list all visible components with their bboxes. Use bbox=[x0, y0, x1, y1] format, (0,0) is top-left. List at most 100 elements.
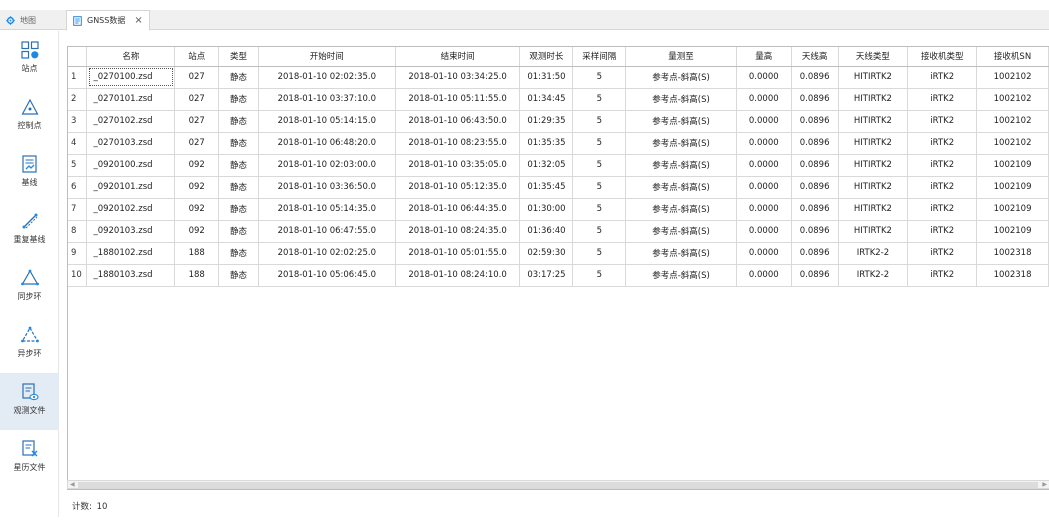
scrollbar-thumb[interactable] bbox=[78, 482, 1038, 488]
column-header-antenna-type[interactable]: 天线类型 bbox=[838, 47, 909, 67]
cell-receiver-sn[interactable]: 1002102 bbox=[976, 110, 1049, 133]
cell-sample-interval[interactable]: 5 bbox=[572, 154, 627, 177]
cell-receiver-type[interactable]: iRTK2 bbox=[907, 176, 978, 199]
cell-end-time[interactable]: 2018-01-10 05:01:55.0 bbox=[395, 242, 521, 265]
cell-antenna-height[interactable]: 0.0896 bbox=[791, 132, 839, 155]
cell-receiver-type[interactable]: iRTK2 bbox=[907, 242, 978, 265]
table-row[interactable]: 7 _0920102.zsd 092 静态 2018-01-10 05:14:35.0 2… bbox=[68, 198, 1049, 221]
cell-start-time[interactable]: 2018-01-10 05:14:15.0 bbox=[258, 110, 396, 133]
table-row[interactable]: 4 _0270103.zsd 027 静态 2018-01-10 06:48:20.0 2… bbox=[68, 132, 1049, 155]
cell-end-time[interactable]: 2018-01-10 06:43:50.0 bbox=[395, 110, 521, 133]
cell-measured-height[interactable]: 0.0000 bbox=[736, 88, 792, 111]
cell-end-time[interactable]: 2018-01-10 08:24:10.0 bbox=[395, 264, 521, 287]
cell-measure-to[interactable]: 参考点-斜高(S) bbox=[625, 242, 737, 265]
cell-start-time[interactable]: 2018-01-10 03:36:50.0 bbox=[258, 176, 396, 199]
table-row[interactable]: 6 _0920101.zsd 092 静态 2018-01-10 03:36:50.0 2… bbox=[68, 176, 1049, 199]
table-row[interactable]: 9 _1880102.zsd 188 静态 2018-01-10 02:02:25.0 2… bbox=[68, 242, 1049, 265]
column-header-start-time[interactable]: 开始时间 bbox=[258, 47, 396, 67]
cell-antenna-height[interactable]: 0.0896 bbox=[791, 220, 839, 243]
cell-file-name[interactable]: _0270102.zsd bbox=[86, 110, 176, 133]
cell-row-index[interactable]: 4 bbox=[68, 132, 88, 155]
cell-receiver-sn[interactable]: 1002109 bbox=[976, 220, 1049, 243]
cell-end-time[interactable]: 2018-01-10 08:24:35.0 bbox=[395, 220, 521, 243]
cell-sample-interval[interactable]: 5 bbox=[572, 242, 627, 265]
cell-type[interactable]: 静态 bbox=[218, 176, 259, 199]
column-header-name[interactable]: 名称 bbox=[86, 47, 176, 67]
cell-antenna-type[interactable]: HITIRTK2 bbox=[838, 198, 909, 221]
cell-antenna-type[interactable]: HITIRTK2 bbox=[838, 110, 909, 133]
cell-measured-height[interactable]: 0.0000 bbox=[736, 66, 792, 89]
cell-measured-height[interactable]: 0.0000 bbox=[736, 110, 792, 133]
cell-receiver-type[interactable]: iRTK2 bbox=[907, 198, 978, 221]
column-header-duration[interactable]: 观测时长 bbox=[519, 47, 574, 67]
cell-antenna-type[interactable]: HITIRTK2 bbox=[838, 88, 909, 111]
cell-receiver-type[interactable]: iRTK2 bbox=[907, 110, 978, 133]
cell-antenna-height[interactable]: 0.0896 bbox=[791, 198, 839, 221]
close-icon[interactable]: × bbox=[134, 15, 142, 26]
cell-antenna-height[interactable]: 0.0896 bbox=[791, 242, 839, 265]
cell-station[interactable]: 027 bbox=[174, 66, 220, 89]
cell-receiver-sn[interactable]: 1002109 bbox=[976, 176, 1049, 199]
cell-end-time[interactable]: 2018-01-10 03:35:05.0 bbox=[395, 154, 521, 177]
cell-end-time[interactable]: 2018-01-10 03:34:25.0 bbox=[395, 66, 521, 89]
cell-start-time[interactable]: 2018-01-10 02:03:00.0 bbox=[258, 154, 396, 177]
column-header-index[interactable] bbox=[68, 47, 88, 67]
cell-receiver-type[interactable]: iRTK2 bbox=[907, 132, 978, 155]
cell-type[interactable]: 静态 bbox=[218, 154, 259, 177]
cell-antenna-type[interactable]: HITIRTK2 bbox=[838, 154, 909, 177]
cell-start-time[interactable]: 2018-01-10 03:37:10.0 bbox=[258, 88, 396, 111]
column-header-end-time[interactable]: 结束时间 bbox=[395, 47, 521, 67]
cell-sample-interval[interactable]: 5 bbox=[572, 220, 627, 243]
cell-receiver-sn[interactable]: 1002102 bbox=[976, 132, 1049, 155]
cell-duration[interactable]: 01:29:35 bbox=[519, 110, 574, 133]
cell-antenna-type[interactable]: HITIRTK2 bbox=[838, 66, 909, 89]
cell-measure-to[interactable]: 参考点-斜高(S) bbox=[625, 154, 737, 177]
cell-file-name[interactable]: _0920101.zsd bbox=[86, 176, 176, 199]
cell-antenna-height[interactable]: 0.0896 bbox=[791, 88, 839, 111]
sidebar-item-ephemeris-files[interactable]: 星历文件 bbox=[0, 430, 59, 487]
cell-type[interactable]: 静态 bbox=[218, 66, 259, 89]
cell-station[interactable]: 027 bbox=[174, 88, 220, 111]
sidebar-item-control-points[interactable]: 控制点 bbox=[0, 88, 59, 145]
cell-measure-to[interactable]: 参考点-斜高(S) bbox=[625, 88, 737, 111]
cell-receiver-type[interactable]: iRTK2 bbox=[907, 88, 978, 111]
table-row[interactable]: 3 _0270102.zsd 027 静态 2018-01-10 05:14:15.0 2… bbox=[68, 110, 1049, 133]
cell-row-index[interactable]: 5 bbox=[68, 154, 88, 177]
scroll-right-arrow-icon[interactable]: ▶ bbox=[1042, 481, 1047, 489]
sidebar-item-async-loops[interactable]: 异步环 bbox=[0, 316, 59, 373]
cell-antenna-type[interactable]: HITIRTK2 bbox=[838, 176, 909, 199]
cell-duration[interactable]: 01:31:50 bbox=[519, 66, 574, 89]
cell-measure-to[interactable]: 参考点-斜高(S) bbox=[625, 198, 737, 221]
cell-sample-interval[interactable]: 5 bbox=[572, 264, 627, 287]
cell-end-time[interactable]: 2018-01-10 08:23:55.0 bbox=[395, 132, 521, 155]
cell-receiver-type[interactable]: iRTK2 bbox=[907, 154, 978, 177]
column-header-measured-height[interactable]: 量高 bbox=[736, 47, 792, 67]
cell-measured-height[interactable]: 0.0000 bbox=[736, 220, 792, 243]
sidebar-item-repeat-baselines[interactable]: 重复基线 bbox=[0, 202, 59, 259]
cell-row-index[interactable]: 9 bbox=[68, 242, 88, 265]
cell-sample-interval[interactable]: 5 bbox=[572, 88, 627, 111]
cell-station[interactable]: 027 bbox=[174, 132, 220, 155]
cell-measure-to[interactable]: 参考点-斜高(S) bbox=[625, 132, 737, 155]
cell-receiver-type[interactable]: iRTK2 bbox=[907, 264, 978, 287]
cell-measure-to[interactable]: 参考点-斜高(S) bbox=[625, 176, 737, 199]
cell-start-time[interactable]: 2018-01-10 06:47:55.0 bbox=[258, 220, 396, 243]
cell-duration[interactable]: 01:35:45 bbox=[519, 176, 574, 199]
cell-station[interactable]: 027 bbox=[174, 110, 220, 133]
cell-measured-height[interactable]: 0.0000 bbox=[736, 242, 792, 265]
cell-start-time[interactable]: 2018-01-10 02:02:35.0 bbox=[258, 66, 396, 89]
column-header-measure-to[interactable]: 量测至 bbox=[625, 47, 737, 67]
cell-duration[interactable]: 01:34:45 bbox=[519, 88, 574, 111]
cell-end-time[interactable]: 2018-01-10 05:12:35.0 bbox=[395, 176, 521, 199]
cell-type[interactable]: 静态 bbox=[218, 110, 259, 133]
cell-receiver-sn[interactable]: 1002102 bbox=[976, 66, 1049, 89]
column-header-antenna-height[interactable]: 天线高 bbox=[791, 47, 839, 67]
cell-station[interactable]: 092 bbox=[174, 220, 220, 243]
cell-file-name[interactable]: _1880102.zsd bbox=[86, 242, 176, 265]
cell-file-name[interactable]: _0920103.zsd bbox=[86, 220, 176, 243]
cell-duration[interactable]: 01:30:00 bbox=[519, 198, 574, 221]
cell-antenna-height[interactable]: 0.0896 bbox=[791, 264, 839, 287]
cell-measured-height[interactable]: 0.0000 bbox=[736, 264, 792, 287]
cell-measure-to[interactable]: 参考点-斜高(S) bbox=[625, 264, 737, 287]
sidebar-item-sync-loops[interactable]: 同步环 bbox=[0, 259, 59, 316]
